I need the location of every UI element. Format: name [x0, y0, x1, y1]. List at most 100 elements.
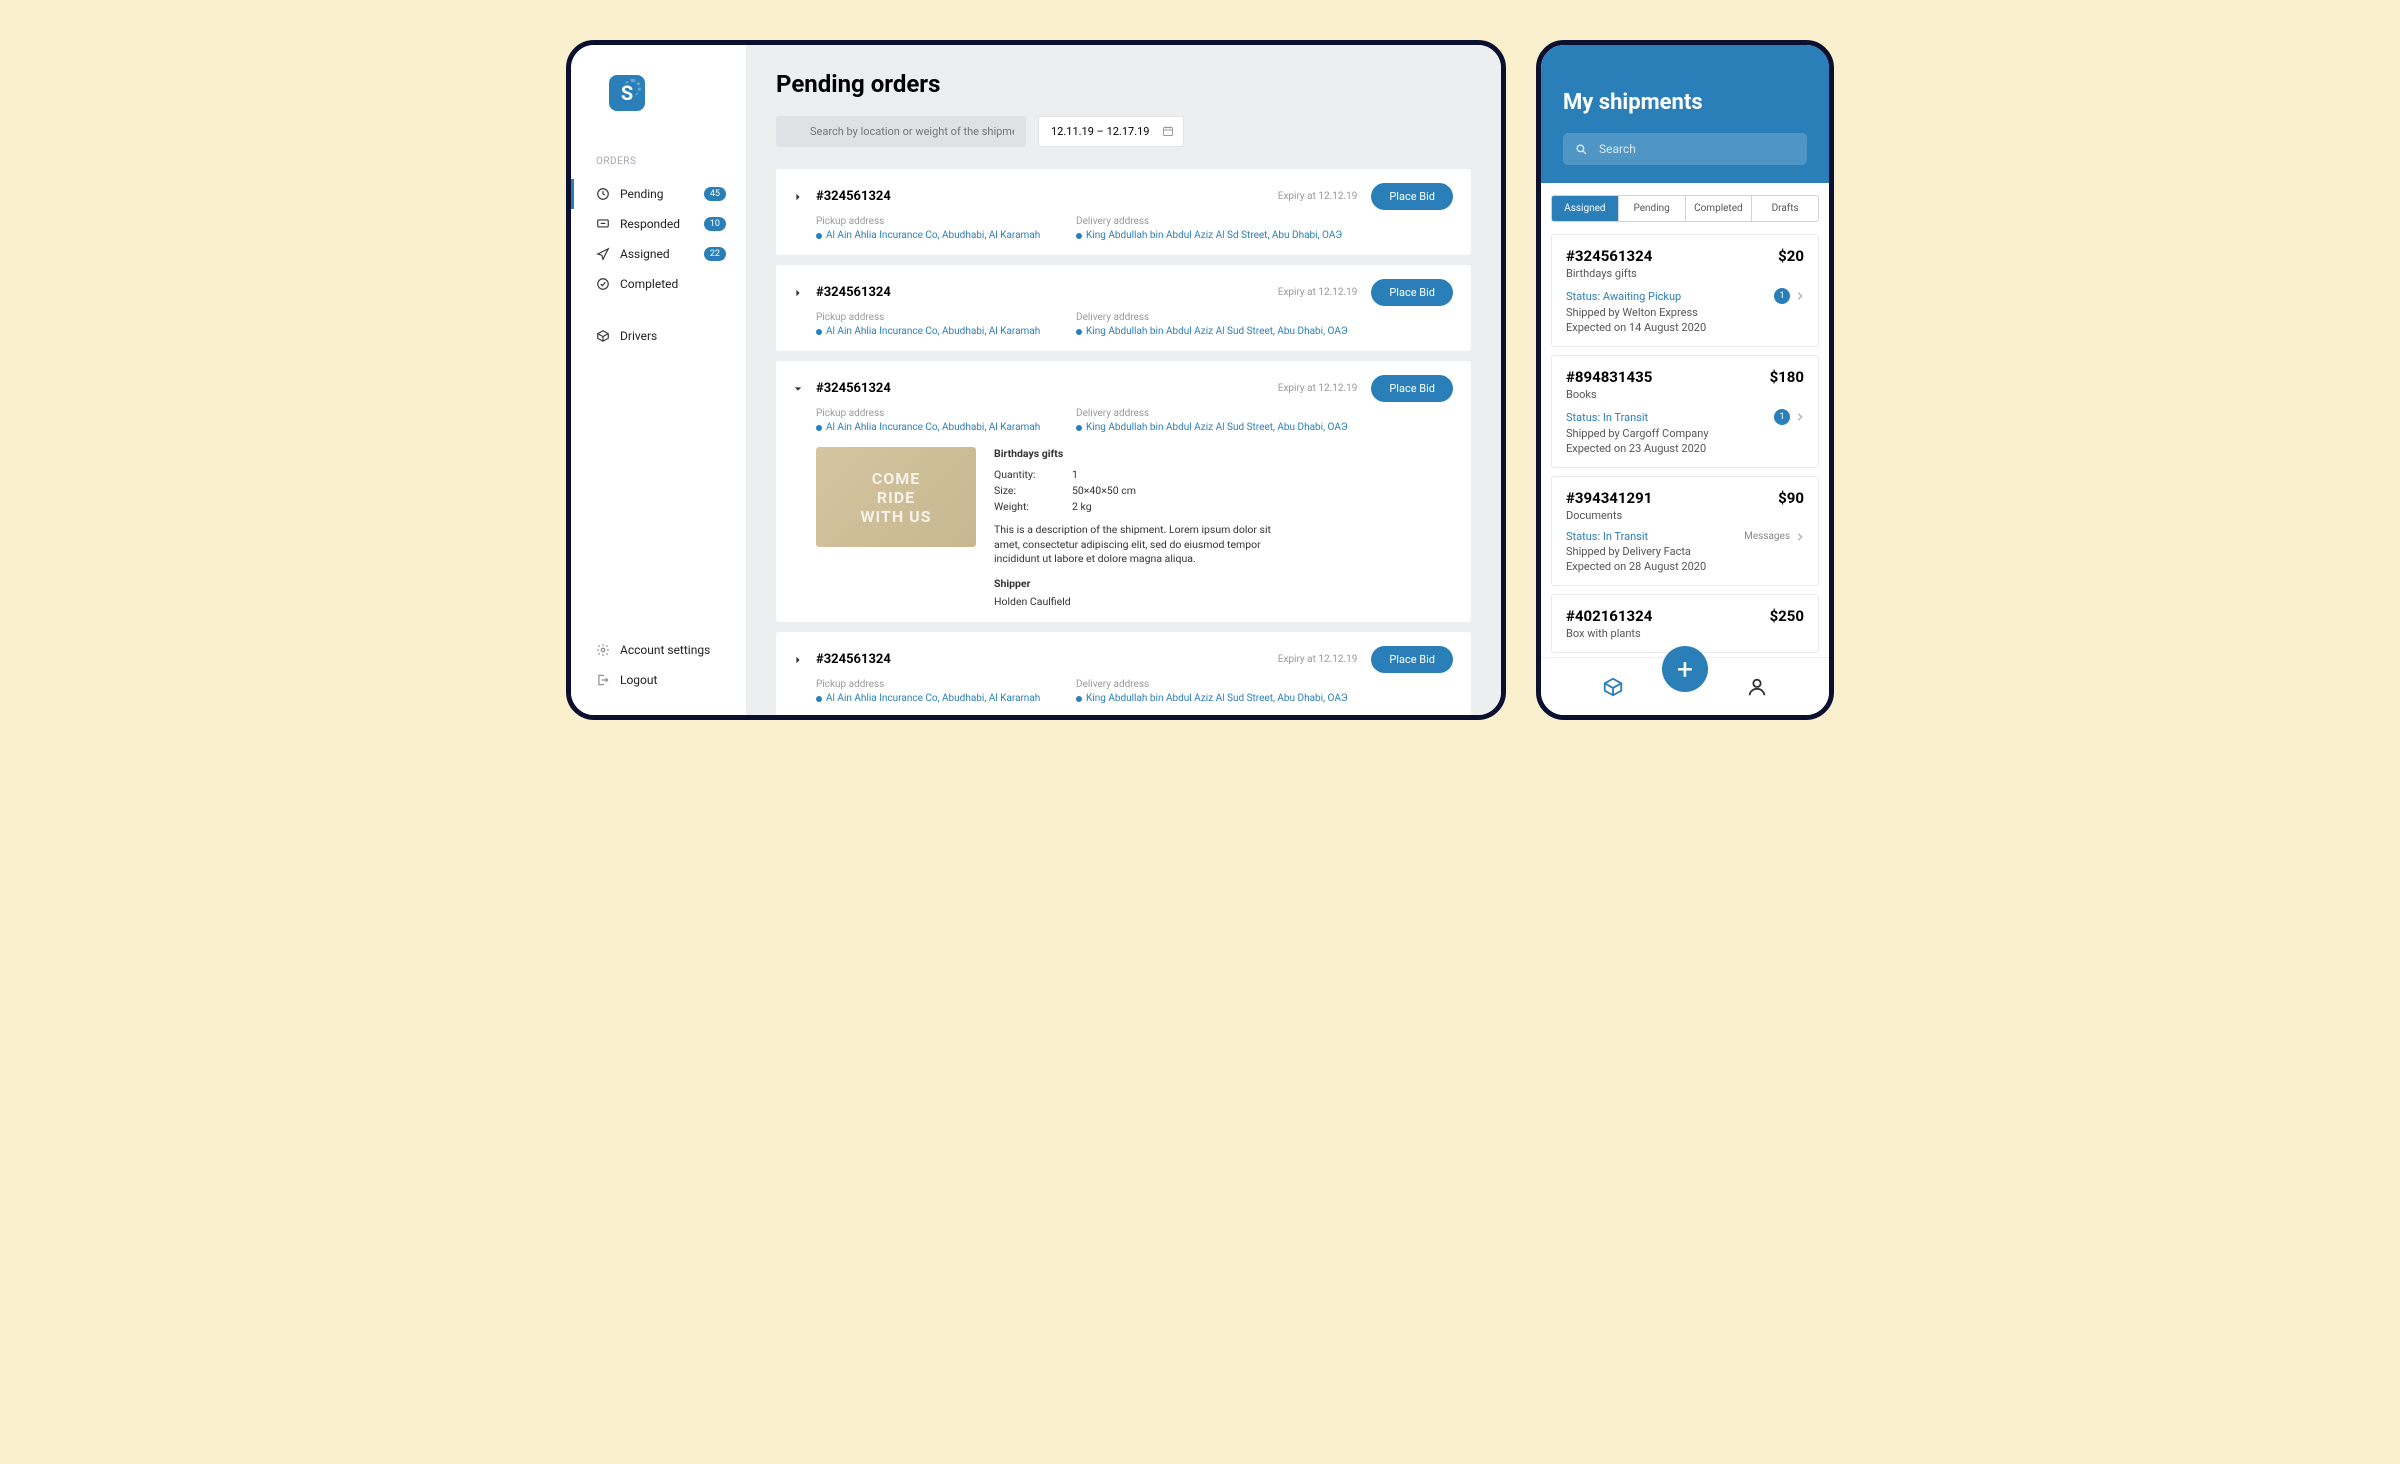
order-expiry: Expiry at 12.12.19 [1278, 383, 1358, 394]
expand-icon[interactable] [794, 289, 802, 297]
logo: S [609, 75, 645, 111]
search-input[interactable] [776, 116, 1026, 147]
sidebar-item-drivers[interactable]: Drivers [571, 321, 746, 351]
chevron-right-icon [1796, 413, 1804, 421]
place-bid-button[interactable]: Place Bid [1371, 183, 1453, 210]
nav-label: Drivers [620, 329, 657, 343]
order-expiry: Expiry at 12.12.19 [1278, 191, 1358, 202]
qty-label: Quantity: [994, 468, 1054, 481]
pickup-label: Pickup address [816, 679, 1046, 690]
pin-icon [816, 425, 822, 431]
place-bid-button[interactable]: Place Bid [1371, 279, 1453, 306]
size-label: Size: [994, 484, 1054, 497]
main-content: Pending orders 12.11.19 – 12.17.19 #3245… [746, 45, 1501, 715]
shipment-subtitle: Books [1566, 388, 1804, 401]
order-id: #324561324 [816, 189, 891, 204]
shipment-card[interactable]: #894831435 $180 Books Status: In Transit… [1551, 355, 1819, 468]
shipper-label: Shipper [994, 577, 1453, 590]
search-field-wrap [776, 116, 1026, 147]
delivery-address: King Abdullah bin Abdul Aziz Al Sd Stree… [1076, 230, 1342, 241]
sidebar-item-account[interactable]: Account settings [571, 635, 746, 665]
nav-label: Pending [620, 187, 664, 201]
detail-description: This is a description of the shipment. L… [994, 523, 1284, 567]
mobile-tabs: AssignedPendingCompletedDrafts [1551, 195, 1819, 222]
delivery-label: Delivery address [1076, 312, 1348, 323]
order-card: #324561324 Expiry at 12.12.19 Place Bid … [776, 265, 1471, 351]
shipment-subtitle: Birthdays gifts [1566, 267, 1804, 280]
shipment-card[interactable]: #324561324 $20 Birthdays gifts Status: A… [1551, 234, 1819, 347]
chevron-right-icon [1796, 292, 1804, 300]
weight-value: 2 kg [1072, 500, 1453, 513]
nav-shipments-icon[interactable] [1602, 676, 1624, 698]
sidebar: S ORDERS Pending 45 Responded 10 Assigne… [571, 45, 746, 715]
tab-completed[interactable]: Completed [1686, 196, 1753, 221]
clock-icon [596, 187, 610, 201]
shipper-name: Holden Caulfield [994, 595, 1453, 608]
order-id: #324561324 [816, 381, 891, 396]
shipment-status: Status: In Transit [1566, 530, 1648, 543]
nav-label: Logout [620, 673, 657, 687]
shipment-status: Status: Awaiting Pickup [1566, 290, 1681, 303]
pickup-address: Al Ain Ahlia Incurance Co, Abudhabi, Al … [816, 422, 1046, 433]
tab-assigned[interactable]: Assigned [1552, 196, 1619, 221]
shipment-card[interactable]: #394341291 $90 Documents Status: In Tran… [1551, 476, 1819, 586]
mobile-header: My shipments [1541, 45, 1829, 183]
nav-label: Responded [620, 217, 680, 231]
place-bid-button[interactable]: Place Bid [1371, 646, 1453, 673]
pin-icon [1076, 233, 1082, 239]
nav-label: Completed [620, 277, 678, 291]
nav-badge: 45 [704, 187, 726, 201]
message-icon [596, 217, 610, 231]
delivery-label: Delivery address [1076, 216, 1342, 227]
tab-drafts[interactable]: Drafts [1752, 196, 1818, 221]
shipment-expected: Expected on 23 August 2020 [1566, 442, 1804, 455]
order-card: #324561324 Expiry at 12.12.19 Place Bid … [776, 169, 1471, 255]
expand-icon[interactable] [794, 656, 802, 664]
expand-icon[interactable] [794, 385, 802, 393]
nav-label: Account settings [620, 643, 710, 657]
shipment-carrier: Shipped by Delivery Facta [1566, 545, 1804, 558]
package-image: COMERIDEWITH US [816, 447, 976, 547]
pin-icon [816, 329, 822, 335]
messages-link[interactable]: Messages [1744, 531, 1790, 542]
shipment-price: $20 [1778, 247, 1804, 265]
weight-label: Weight: [994, 500, 1054, 513]
pin-icon [816, 696, 822, 702]
pin-icon [1076, 696, 1082, 702]
add-button[interactable]: + [1662, 646, 1708, 692]
mobile-search-input[interactable] [1563, 133, 1807, 165]
expand-icon[interactable] [794, 193, 802, 201]
pickup-address: Al Ain Ahlia Incurance Co, Abudhabi, Al … [816, 326, 1046, 337]
tab-pending[interactable]: Pending [1619, 196, 1686, 221]
gear-icon [596, 643, 610, 657]
sidebar-item-logout[interactable]: Logout [571, 665, 746, 695]
check-circle-icon [596, 277, 610, 291]
sidebar-item-responded[interactable]: Responded 10 [571, 209, 746, 239]
detail-title: Birthdays gifts [994, 447, 1453, 460]
mobile-shipments-list[interactable]: #324561324 $20 Birthdays gifts Status: A… [1541, 234, 1829, 657]
shipment-carrier: Shipped by Welton Express [1566, 306, 1804, 319]
order-id: #324561324 [816, 285, 891, 300]
pickup-address: Al Ain Ahlia Incurance Co, Abudhabi, Al … [816, 693, 1046, 704]
status-badge: 1 [1774, 409, 1790, 425]
shipment-subtitle: Documents [1566, 509, 1804, 522]
shipment-price: $90 [1778, 489, 1804, 507]
mobile-title: My shipments [1563, 90, 1807, 115]
delivery-address: King Abdullah bin Abdul Aziz Al Sud Stre… [1076, 422, 1348, 433]
place-bid-button[interactable]: Place Bid [1371, 375, 1453, 402]
sidebar-item-completed[interactable]: Completed [571, 269, 746, 299]
shipment-card[interactable]: #402161324 $250 Box with plants [1551, 594, 1819, 653]
pin-icon [1076, 329, 1082, 335]
order-id: #324561324 [816, 652, 891, 667]
status-badge: 1 [1774, 288, 1790, 304]
shipment-price: $250 [1770, 607, 1804, 625]
shipment-id: #402161324 [1566, 607, 1652, 625]
nav-profile-icon[interactable] [1746, 676, 1768, 698]
sidebar-item-pending[interactable]: Pending 45 [571, 179, 746, 209]
qty-value: 1 [1072, 468, 1453, 481]
shipment-id: #324561324 [1566, 247, 1652, 265]
order-expiry: Expiry at 12.12.19 [1278, 654, 1358, 665]
pickup-label: Pickup address [816, 408, 1046, 419]
page-title: Pending orders [776, 70, 1471, 98]
sidebar-item-assigned[interactable]: Assigned 22 [571, 239, 746, 269]
